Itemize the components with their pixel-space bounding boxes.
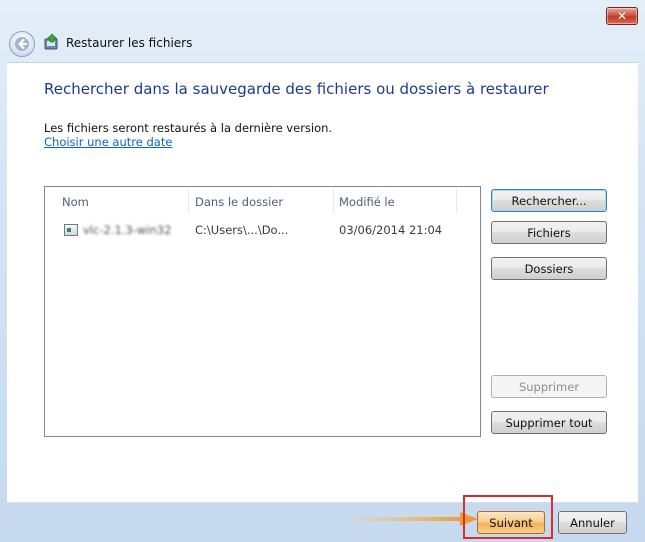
close-icon: ✕ — [616, 9, 628, 23]
column-header-folder[interactable]: Dans le dossier — [195, 187, 283, 215]
footer-divider — [7, 502, 638, 503]
column-separator[interactable] — [188, 189, 189, 213]
list-header: Nom Dans le dossier Modifié le — [45, 187, 480, 215]
delete-all-button[interactable]: Supprimer tout — [491, 411, 607, 434]
back-arrow-icon — [15, 37, 29, 51]
close-button[interactable]: ✕ — [606, 7, 638, 25]
column-separator[interactable] — [333, 189, 334, 213]
list-item[interactable]: vlc-2.1.3-win32 C:\Users\...\Do... 03/06… — [45, 222, 480, 240]
file-modified: 03/06/2014 21:04 — [339, 223, 443, 237]
files-button[interactable]: Fichiers — [491, 221, 607, 244]
next-button[interactable]: Suivant — [477, 511, 545, 534]
column-header-modified[interactable]: Modifié le — [339, 187, 395, 215]
restore-files-icon — [44, 33, 58, 50]
window-title: Restaurer les fichiers — [66, 36, 193, 50]
column-separator[interactable] — [456, 189, 457, 213]
page-heading: Rechercher dans la sauvegarde des fichie… — [44, 80, 549, 98]
choose-date-link[interactable]: Choisir une autre date — [44, 135, 172, 149]
file-folder: C:\Users\...\Do... — [195, 223, 289, 237]
file-name: vlc-2.1.3-win32 — [83, 223, 172, 237]
files-list[interactable]: Nom Dans le dossier Modifié le vlc-2.1.3… — [44, 186, 481, 437]
column-header-name[interactable]: Nom — [62, 187, 89, 215]
search-button[interactable]: Rechercher... — [491, 189, 607, 212]
delete-button[interactable]: Supprimer — [491, 375, 607, 398]
cancel-button[interactable]: Annuler — [558, 511, 627, 534]
pointer-arrow-icon — [354, 512, 478, 526]
file-icon — [64, 224, 78, 236]
folders-button[interactable]: Dossiers — [491, 257, 607, 280]
back-button[interactable] — [9, 31, 35, 57]
info-text: Les fichiers seront restaurés à la derni… — [44, 121, 333, 135]
